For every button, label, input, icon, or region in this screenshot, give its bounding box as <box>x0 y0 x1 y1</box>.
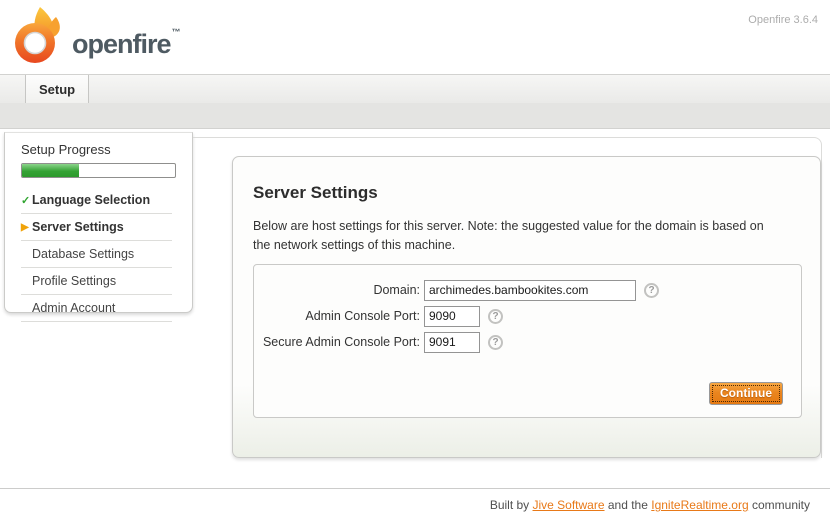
page-footer: Built by Jive Software and the IgniteRea… <box>0 488 830 512</box>
progress-bar <box>21 163 176 178</box>
step-profile-settings: Profile Settings <box>21 268 172 295</box>
server-settings-card: Server Settings Below are host settings … <box>232 156 821 458</box>
arrow-right-icon: ▶ <box>21 222 32 233</box>
tab-bar: Setup <box>0 74 830 103</box>
step-label: Database Settings <box>32 247 134 261</box>
setup-steps-list: ✓ Language Selection ▶ Server Settings D… <box>21 187 172 322</box>
step-admin-account: Admin Account <box>21 295 172 322</box>
step-language-selection: ✓ Language Selection <box>21 187 172 214</box>
page-title: Server Settings <box>253 183 378 203</box>
form-row-domain: Domain: ? <box>254 279 659 301</box>
footer-text: Built by <box>490 498 533 512</box>
step-database-settings: Database Settings <box>21 241 172 268</box>
check-icon: ✓ <box>21 194 32 207</box>
domain-input[interactable] <box>424 280 636 301</box>
jive-software-link[interactable]: Jive Software <box>533 498 605 512</box>
flame-logo-icon <box>12 6 62 64</box>
app-header: openfire™ Openfire 3.6.4 <box>0 0 830 74</box>
step-label: Admin Account <box>32 301 115 315</box>
form-row-secure-port: Secure Admin Console Port: ? <box>254 331 503 353</box>
version-label: Openfire 3.6.4 <box>748 14 818 26</box>
secure-port-input[interactable] <box>424 332 480 353</box>
footer-text: community <box>749 498 810 512</box>
admin-port-label: Admin Console Port: <box>254 309 424 323</box>
sub-nav-bar <box>0 103 830 129</box>
help-icon[interactable]: ? <box>644 283 659 298</box>
domain-label: Domain: <box>254 283 424 297</box>
progress-bar-fill <box>22 164 79 177</box>
admin-port-input[interactable] <box>424 306 480 327</box>
page-description: Below are host settings for this server.… <box>253 217 769 255</box>
step-label: Server Settings <box>32 220 124 234</box>
step-label: Profile Settings <box>32 274 116 288</box>
help-icon[interactable]: ? <box>488 309 503 324</box>
setup-progress-title: Setup Progress <box>5 133 192 157</box>
secure-port-label: Secure Admin Console Port: <box>254 335 424 349</box>
footer-text: and the <box>605 498 652 512</box>
step-server-settings: ▶ Server Settings <box>21 214 172 241</box>
igniterealtime-link[interactable]: IgniteRealtime.org <box>651 498 748 512</box>
server-settings-form: Domain: ? Admin Console Port: ? Secure A… <box>253 264 802 418</box>
setup-progress-panel: Setup Progress ✓ Language Selection ▶ Se… <box>4 132 193 313</box>
trademark: ™ <box>172 27 181 37</box>
step-label: Language Selection <box>32 193 150 207</box>
form-row-admin-port: Admin Console Port: ? <box>254 305 503 327</box>
brand-name: openfire™ <box>72 27 181 60</box>
tab-setup[interactable]: Setup <box>25 75 89 103</box>
continue-button[interactable]: Continue <box>709 382 783 405</box>
openfire-logo: openfire™ <box>12 6 181 64</box>
help-icon[interactable]: ? <box>488 335 503 350</box>
